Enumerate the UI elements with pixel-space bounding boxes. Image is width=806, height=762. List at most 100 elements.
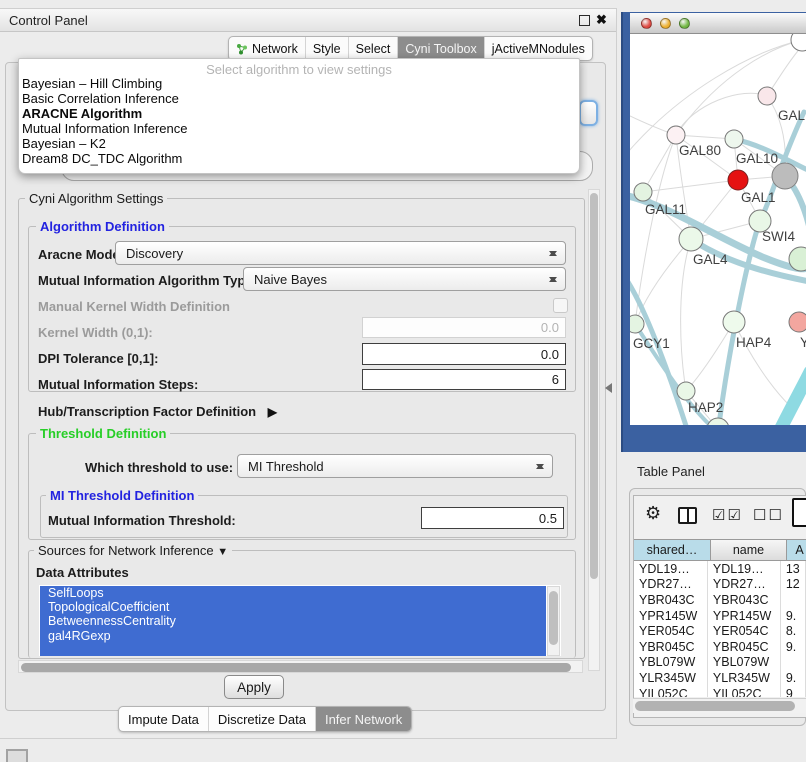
table-cell[interactable] xyxy=(781,592,806,608)
table-cell[interactable]: 9. xyxy=(781,670,806,686)
table-cell[interactable]: YDL19… xyxy=(634,561,708,577)
algorithm-option-dream8-dc-tdc-algorithm[interactable]: Dream8 DC_TDC Algorithm xyxy=(19,152,579,167)
kernel-width-input[interactable]: 0.0 xyxy=(362,317,566,338)
table-cell[interactable]: 9. xyxy=(781,639,806,655)
attribute-betweennesscentrality[interactable]: BetweennessCentrality xyxy=(40,614,546,628)
table-hscrollbar[interactable] xyxy=(633,698,806,713)
network-node[interactable] xyxy=(679,227,703,251)
network-window-titlebar[interactable] xyxy=(630,13,806,34)
column-header-shared[interactable]: shared… xyxy=(634,539,711,561)
split-panel-icon[interactable] xyxy=(678,507,697,524)
table-cell[interactable]: YLR345W xyxy=(708,670,781,686)
aracne-mode-combo[interactable]: Discovery xyxy=(115,241,566,265)
network-node[interactable] xyxy=(725,130,743,148)
float-window-icon[interactable] xyxy=(579,15,590,26)
algorithm-option-bayesian-hill-climbing[interactable]: Bayesian – Hill Climbing xyxy=(19,77,579,92)
settings-vscrollbar-thumb[interactable] xyxy=(590,193,598,579)
settings-gear-icon[interactable]: ⚙ xyxy=(645,503,661,524)
tab-jactivemnodules[interactable]: jActiveMNodules xyxy=(484,37,592,60)
table-cell[interactable]: YBR043C xyxy=(708,592,781,608)
table-row[interactable]: YBL079WYBL079W xyxy=(634,655,806,671)
table-row[interactable]: YPR145WYPR145W9. xyxy=(634,608,806,624)
network-node[interactable] xyxy=(677,382,695,400)
network-canvas[interactable]: GALGAL80GAL10GAL1GAL11SWI4GAL4GCY1HAP4YH… xyxy=(630,34,806,425)
network-edge[interactable] xyxy=(635,135,676,324)
tab-network[interactable]: Network xyxy=(229,37,305,60)
table-cell[interactable]: YIL052C xyxy=(708,686,781,697)
tab-style[interactable]: Style xyxy=(305,37,348,60)
zoom-light-icon[interactable] xyxy=(679,18,690,29)
table-row[interactable]: YDL19…YDL19…13 xyxy=(634,561,806,577)
table-row[interactable]: YLR345WYLR345W9. xyxy=(634,670,806,686)
network-node[interactable] xyxy=(789,312,806,332)
settings-vscrollbar[interactable] xyxy=(588,189,600,671)
hub-section-toggle[interactable]: Hub/Transcription Factor Definition ▶ xyxy=(38,404,277,419)
table-cell[interactable]: YLR345W xyxy=(634,670,708,686)
table-cell[interactable]: 9. xyxy=(781,608,806,624)
table-row[interactable]: YER054CYER054C8. xyxy=(634,623,806,639)
tab-select[interactable]: Select xyxy=(348,37,398,60)
table-cell[interactable]: 9 xyxy=(781,686,806,697)
attributes-scrollbar[interactable] xyxy=(547,586,560,656)
table-row[interactable]: YIL052CYIL052C9 xyxy=(634,686,806,697)
close-panel-icon[interactable]: ✖ xyxy=(596,12,607,28)
bottom-tab-infer-network[interactable]: Infer Network xyxy=(315,707,411,731)
attributes-scrollbar-thumb[interactable] xyxy=(549,591,558,645)
bottom-tab-discretize-data[interactable]: Discretize Data xyxy=(208,707,315,731)
show-columns-icon[interactable]: ☑☑ xyxy=(712,506,743,524)
network-node[interactable] xyxy=(758,87,776,105)
table-hscrollbar-thumb[interactable] xyxy=(635,701,795,711)
table-cell[interactable]: 12 xyxy=(781,577,806,593)
mi-threshold-input[interactable]: 0.5 xyxy=(421,507,564,529)
apply-button[interactable]: Apply xyxy=(224,675,284,699)
algorithm-option-mutual-information-inference[interactable]: Mutual Information Inference xyxy=(19,122,579,137)
hide-columns-icon[interactable]: ☐☐ xyxy=(753,506,784,524)
table-cell[interactable]: YBR045C xyxy=(634,639,708,655)
bottom-tab-impute-data[interactable]: Impute Data xyxy=(119,707,208,731)
network-edge[interactable] xyxy=(643,180,738,192)
network-selector-button[interactable] xyxy=(579,100,598,126)
network-node[interactable] xyxy=(728,170,748,190)
table-cell[interactable]: YBL079W xyxy=(708,655,781,671)
algorithm-option-basic-correlation-inference[interactable]: Basic Correlation Inference xyxy=(19,92,579,107)
tab-cyni-toolbox[interactable]: Cyni Toolbox xyxy=(397,37,483,60)
attribute-topologicalcoefficient[interactable]: TopologicalCoefficient xyxy=(40,600,546,614)
table-cell[interactable]: YPR145W xyxy=(634,608,708,624)
table-row[interactable]: YBR043CYBR043C xyxy=(634,592,806,608)
network-node[interactable] xyxy=(630,315,644,333)
network-edge-highlighted[interactable] xyxy=(778,372,806,425)
network-edge[interactable] xyxy=(676,93,767,135)
mi-steps-input[interactable]: 6 xyxy=(362,369,566,390)
attribute-gal4rgexp[interactable]: gal4RGexp xyxy=(40,629,546,643)
network-node[interactable] xyxy=(772,163,798,189)
table-row[interactable]: YBR045CYBR045C9. xyxy=(634,639,806,655)
table-cell[interactable]: YBR043C xyxy=(634,592,708,608)
splitpane-collapse-icon[interactable] xyxy=(605,383,612,393)
table-cell[interactable]: YER054C xyxy=(708,623,781,639)
table-cell[interactable]: YER054C xyxy=(634,623,708,639)
column-header-name[interactable]: name xyxy=(711,539,787,561)
close-light-icon[interactable] xyxy=(641,18,652,29)
algorithm-option-aracne-algorithm[interactable]: ARACNE Algorithm xyxy=(19,107,579,122)
network-node[interactable] xyxy=(634,183,652,201)
mi-type-combo[interactable]: Naive Bayes xyxy=(243,267,566,291)
dpi-tolerance-input[interactable]: 0.0 xyxy=(362,343,566,365)
sources-toggle[interactable]: Sources for Network Inference ▼ xyxy=(34,543,232,558)
table-cell[interactable] xyxy=(781,655,806,671)
table-cell[interactable]: YDR27… xyxy=(708,577,781,593)
network-node[interactable] xyxy=(723,311,745,333)
manual-kernel-checkbox[interactable] xyxy=(553,298,568,313)
algorithm-dropdown[interactable]: Select algorithm to view settings Bayesi… xyxy=(18,58,580,174)
table-cell[interactable]: YBL079W xyxy=(634,655,708,671)
which-threshold-combo[interactable]: MI Threshold xyxy=(237,454,553,478)
table-cell[interactable]: 8. xyxy=(781,623,806,639)
network-edge[interactable] xyxy=(643,135,676,192)
settings-hscrollbar[interactable] xyxy=(18,660,583,673)
table-cell[interactable]: YIL052C xyxy=(634,686,708,697)
attribute-selfloops[interactable]: SelfLoops xyxy=(40,586,546,600)
settings-hscrollbar-thumb[interactable] xyxy=(21,663,571,672)
column-header-a[interactable]: A xyxy=(787,539,806,561)
network-node[interactable] xyxy=(667,126,685,144)
table-row[interactable]: YDR27…YDR27…12 xyxy=(634,577,806,593)
minimize-light-icon[interactable] xyxy=(660,18,671,29)
